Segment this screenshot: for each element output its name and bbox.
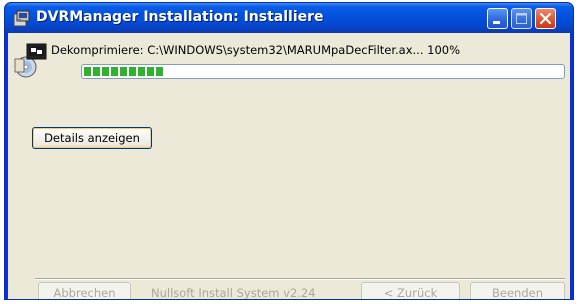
installer-icon [13, 10, 31, 27]
branding-text: Nullsoft Install System v2.24 [151, 286, 316, 300]
finish-button[interactable]: Beenden [470, 282, 565, 299]
status-text: Dekomprimiere: C:\WINDOWS\system32\MARUM… [51, 43, 461, 57]
progress-fill [84, 67, 163, 76]
progress-bar [81, 64, 565, 79]
show-details-button[interactable]: Details anzeigen [32, 127, 152, 149]
footer-divider [35, 278, 565, 280]
installer-window: DVRManager Installation: Installiere Dek… [4, 2, 574, 300]
minimize-icon [488, 13, 507, 32]
installer-body: Dekomprimiere: C:\WINDOWS\system32\MARUM… [8, 33, 570, 299]
maximize-icon [512, 13, 531, 32]
window-title: DVRManager Installation: Installiere [36, 9, 324, 25]
close-icon [536, 12, 555, 32]
maximize-button[interactable] [511, 8, 532, 29]
cancel-button[interactable]: Abbrechen [38, 282, 131, 299]
minimize-button[interactable] [487, 8, 508, 29]
title-bar[interactable]: DVRManager Installation: Installiere [5, 3, 573, 33]
back-button[interactable]: < Zurück [361, 282, 460, 299]
setup-disk-icon [13, 42, 49, 78]
close-button[interactable] [535, 8, 556, 29]
